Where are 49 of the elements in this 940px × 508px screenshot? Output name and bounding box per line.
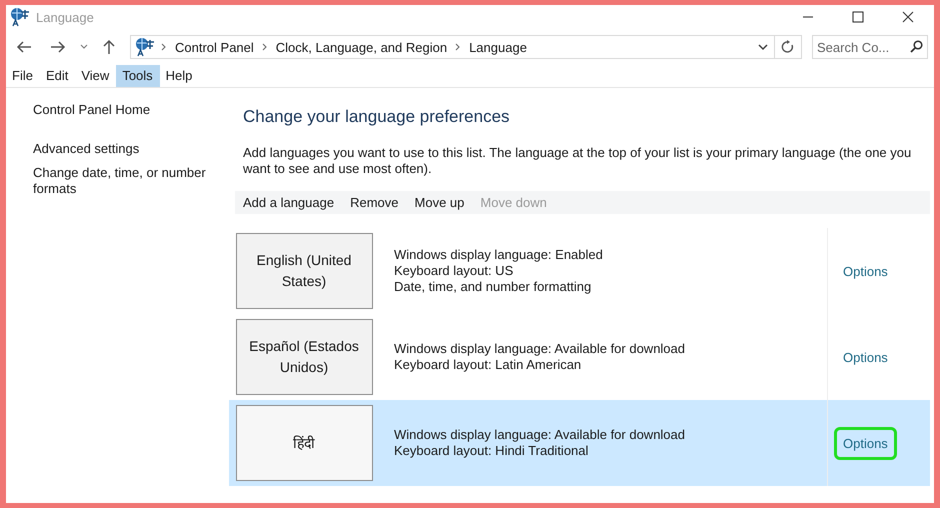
language-row[interactable]: हिंदी Windows display language: Available for download Keyboard layout: Hindi Traditional Options: [229, 400, 930, 486]
options-link[interactable]: Options: [834, 254, 897, 288]
page-heading: Change your language preferences: [243, 107, 511, 127]
language-tile[interactable]: हिंदी: [236, 405, 372, 481]
up-arrow-icon[interactable]: [102, 39, 116, 55]
breadcrumb-link[interactable]: Language: [469, 40, 527, 54]
detail-text: Keyboard layout: Latin American: [394, 357, 582, 373]
language-row[interactable]: Español (Estados Unidos) Windows display language: Available for download Keyboard layout: Latin American Options: [229, 314, 930, 400]
address-bar[interactable]: Control Panel Clock, Language, and Region Language: [130, 35, 802, 59]
detail-text: Keyboard layout: US: [394, 263, 514, 279]
options-link[interactable]: Options: [834, 340, 897, 374]
menu-item[interactable]: Tools: [116, 65, 160, 87]
search-field[interactable]: Search Co...: [812, 35, 928, 59]
search-icon: [910, 40, 923, 53]
sidebar-link[interactable]: Advanced settings: [33, 141, 213, 157]
detail-text: Windows display language: Available for download: [394, 427, 686, 443]
detail-text: Date, time, and number formatting: [394, 279, 592, 295]
language-tile[interactable]: English (United States): [236, 233, 372, 309]
detail-text: Windows display language: Enabled: [394, 247, 604, 263]
maximize-icon[interactable]: [852, 11, 864, 23]
globe-icon: [135, 37, 155, 57]
detail-text: Keyboard layout: Hindi Traditional: [394, 443, 590, 459]
caret-icon[interactable]: [758, 43, 768, 51]
caret-icon[interactable]: [80, 44, 88, 50]
close-icon[interactable]: [902, 11, 914, 23]
menu-item[interactable]: File: [6, 65, 40, 87]
sidebar-link[interactable]: Control Panel Home: [33, 102, 213, 118]
toolbar-button[interactable]: Move up: [406, 195, 472, 210]
chevron-icon: [262, 43, 268, 51]
back-arrow-icon[interactable]: [16, 40, 32, 54]
menu-item[interactable]: View: [75, 65, 116, 87]
description-text: Add languages you want to use to this list. The language at the top of your list is your primary language (the one you want to see and use most often).: [243, 145, 912, 177]
menu-item[interactable]: Help: [160, 65, 200, 87]
menu-item[interactable]: Edit: [40, 65, 76, 87]
chevron-icon: [161, 43, 167, 51]
language-row[interactable]: English (United States) Windows display language: Enabled Keyboard layout: US Date, time, and number formatting Options: [229, 228, 930, 314]
chevron-icon: [455, 43, 462, 51]
language-tile[interactable]: Español (Estados Unidos): [236, 319, 372, 395]
detail-text: Windows display language: Available for download: [394, 341, 686, 357]
refresh-icon[interactable]: [781, 40, 795, 54]
options-link[interactable]: Options: [834, 426, 897, 460]
toolbar-button[interactable]: Remove: [342, 195, 407, 210]
breadcrumb-link[interactable]: Control Panel: [175, 40, 254, 54]
breadcrumb-link[interactable]: Clock, Language, and Region: [276, 40, 448, 54]
sidebar-link[interactable]: Change date, time, or number formats: [33, 165, 213, 197]
window-title: Language: [36, 10, 94, 24]
toolbar-button[interactable]: Add a language: [235, 195, 342, 210]
forward-arrow-icon[interactable]: [50, 40, 66, 54]
globe-icon: [10, 7, 30, 27]
